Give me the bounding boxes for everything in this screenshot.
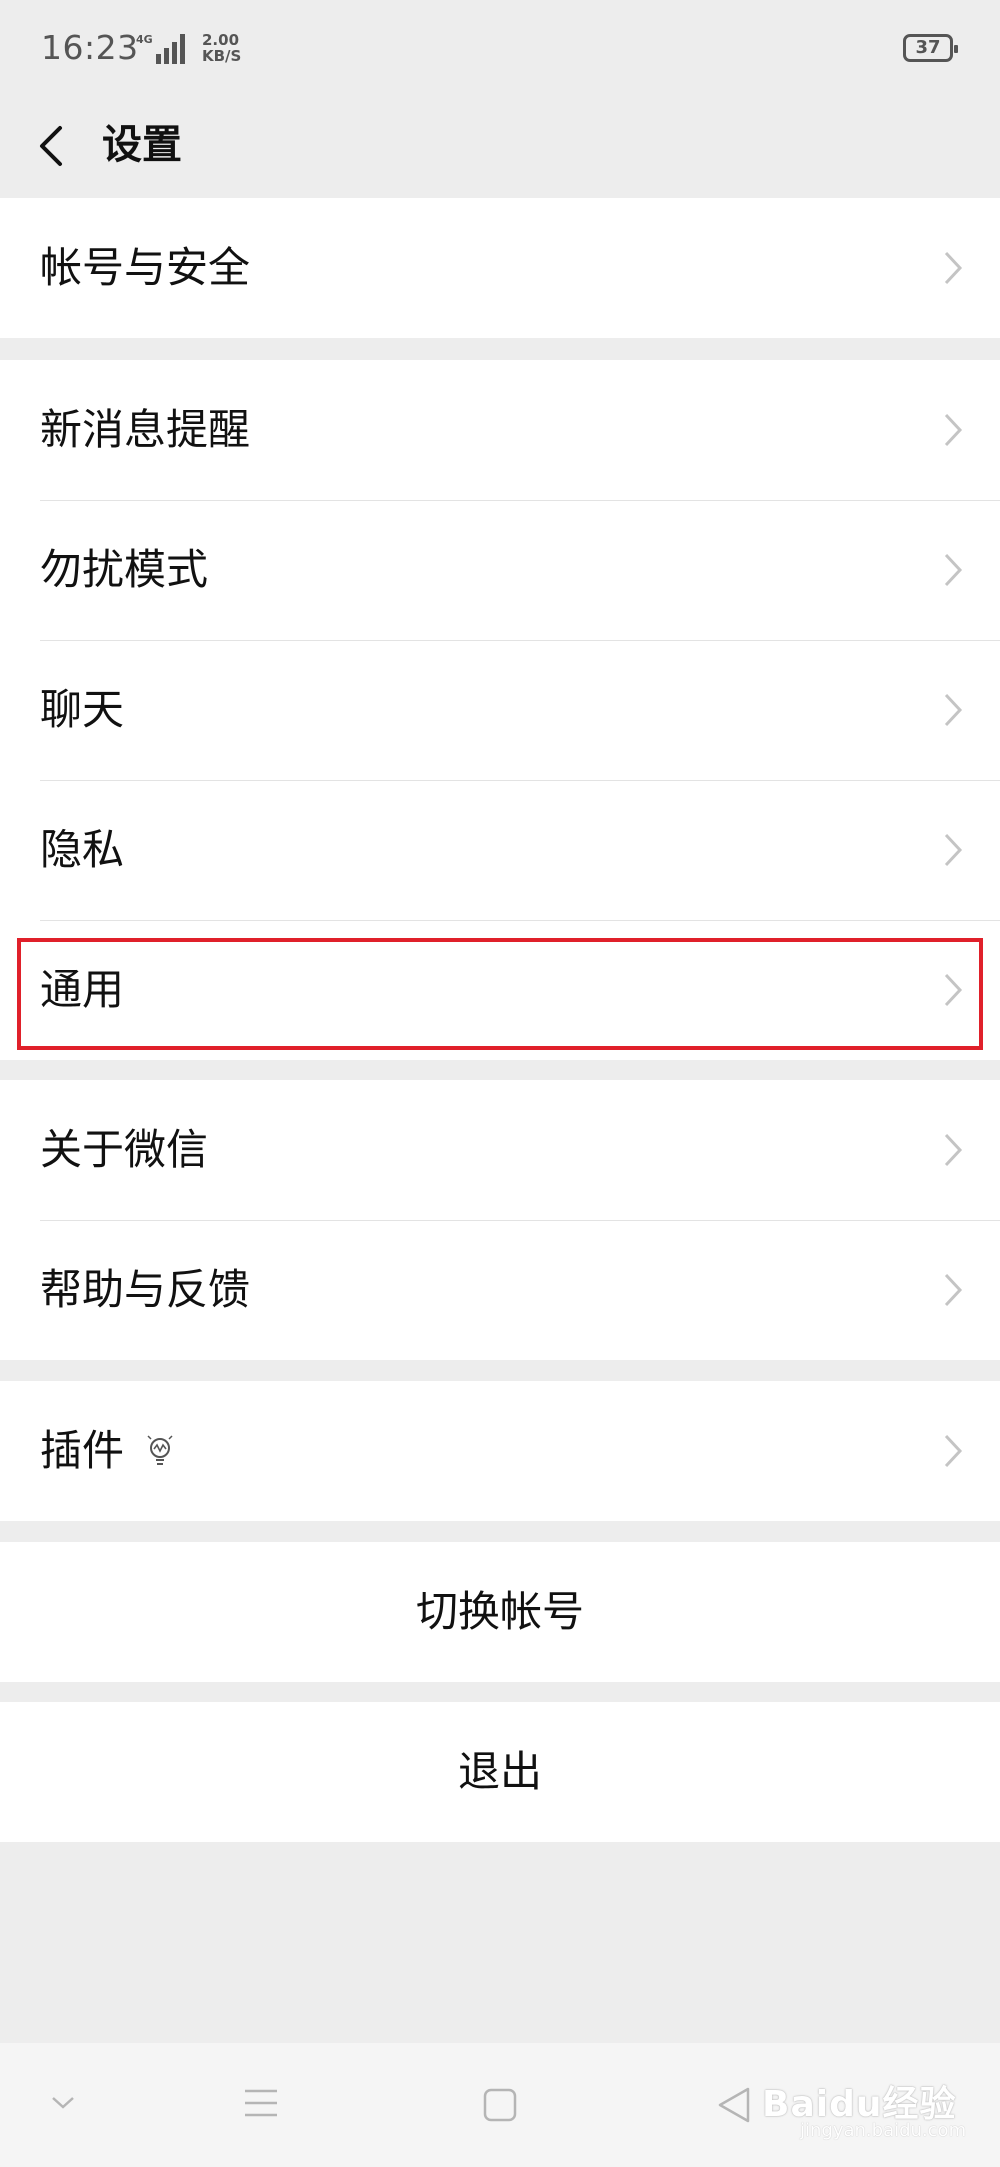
chevron-down-icon[interactable] [50,2095,76,2111]
chevron-right-icon [944,1434,963,1468]
row-label: 通用 [40,965,125,1014]
switch-account-button[interactable]: 切换帐号 [0,1542,1000,1682]
logout-group: 退出 [0,1702,1000,1842]
menu-icon[interactable] [243,2087,279,2119]
main-settings-group: 新消息提醒 勿扰模式 聊天 隐私 通用 [0,360,1000,1060]
page-title: 设置 [102,122,182,168]
speed-unit: KB/S [202,47,242,65]
switch-account-group: 切换帐号 [0,1542,1000,1682]
switch-account-label: 切换帐号 [415,1587,584,1636]
settings-row-plugins[interactable]: 插件 [0,1381,1000,1521]
status-bar: 16:23 4G 2.00 KB/S 37 [0,0,1000,96]
chevron-right-icon [944,1133,963,1167]
battery-level: 37 [915,37,941,58]
row-label: 插件 [40,1426,125,1475]
row-label: 新消息提醒 [40,405,251,454]
speed-value: 2.00 [202,31,240,49]
signal-icon: 4G [136,33,185,64]
row-label: 帮助与反馈 [40,1265,251,1314]
chevron-right-icon [944,251,963,285]
app-header: 设置 [0,96,1000,198]
home-square-icon[interactable] [482,2087,518,2123]
chevron-right-icon [944,413,963,447]
settings-row-privacy[interactable]: 隐私 [0,780,1000,920]
plugins-group: 插件 [0,1381,1000,1521]
row-label: 聊天 [40,685,125,734]
network-type: 4G [136,33,153,46]
settings-row-chat[interactable]: 聊天 [0,640,1000,780]
logout-button[interactable]: 退出 [0,1702,1000,1842]
settings-row-about-wechat[interactable]: 关于微信 [0,1080,1000,1220]
chevron-right-icon [944,693,963,727]
row-label: 隐私 [40,825,125,874]
watermark-site: jingyan.baidu.com [800,2120,967,2141]
row-label: 帐号与安全 [40,243,251,292]
settings-row-do-not-disturb[interactable]: 勿扰模式 [0,500,1000,640]
chevron-right-icon [944,553,963,587]
back-triangle-icon[interactable] [716,2085,752,2125]
row-label: 关于微信 [40,1125,209,1174]
settings-row-general[interactable]: 通用 [0,920,1000,1060]
settings-row-new-message-alerts[interactable]: 新消息提醒 [0,360,1000,500]
chevron-right-icon [944,973,963,1007]
about-group: 关于微信 帮助与反馈 [0,1080,1000,1360]
row-label: 勿扰模式 [40,545,209,594]
back-chevron-icon[interactable] [30,116,80,176]
account-group: 帐号与安全 [0,198,1000,338]
chevron-right-icon [944,833,963,867]
logout-label: 退出 [457,1747,542,1796]
settings-row-help-feedback[interactable]: 帮助与反馈 [0,1220,1000,1360]
battery-icon: 37 [903,34,958,62]
status-time: 16:23 [41,28,139,67]
network-speed: 2.00 KB/S [202,32,241,64]
lightbulb-icon [147,1435,173,1465]
settings-row-account-security[interactable]: 帐号与安全 [0,198,1000,338]
chevron-right-icon [944,1273,963,1307]
